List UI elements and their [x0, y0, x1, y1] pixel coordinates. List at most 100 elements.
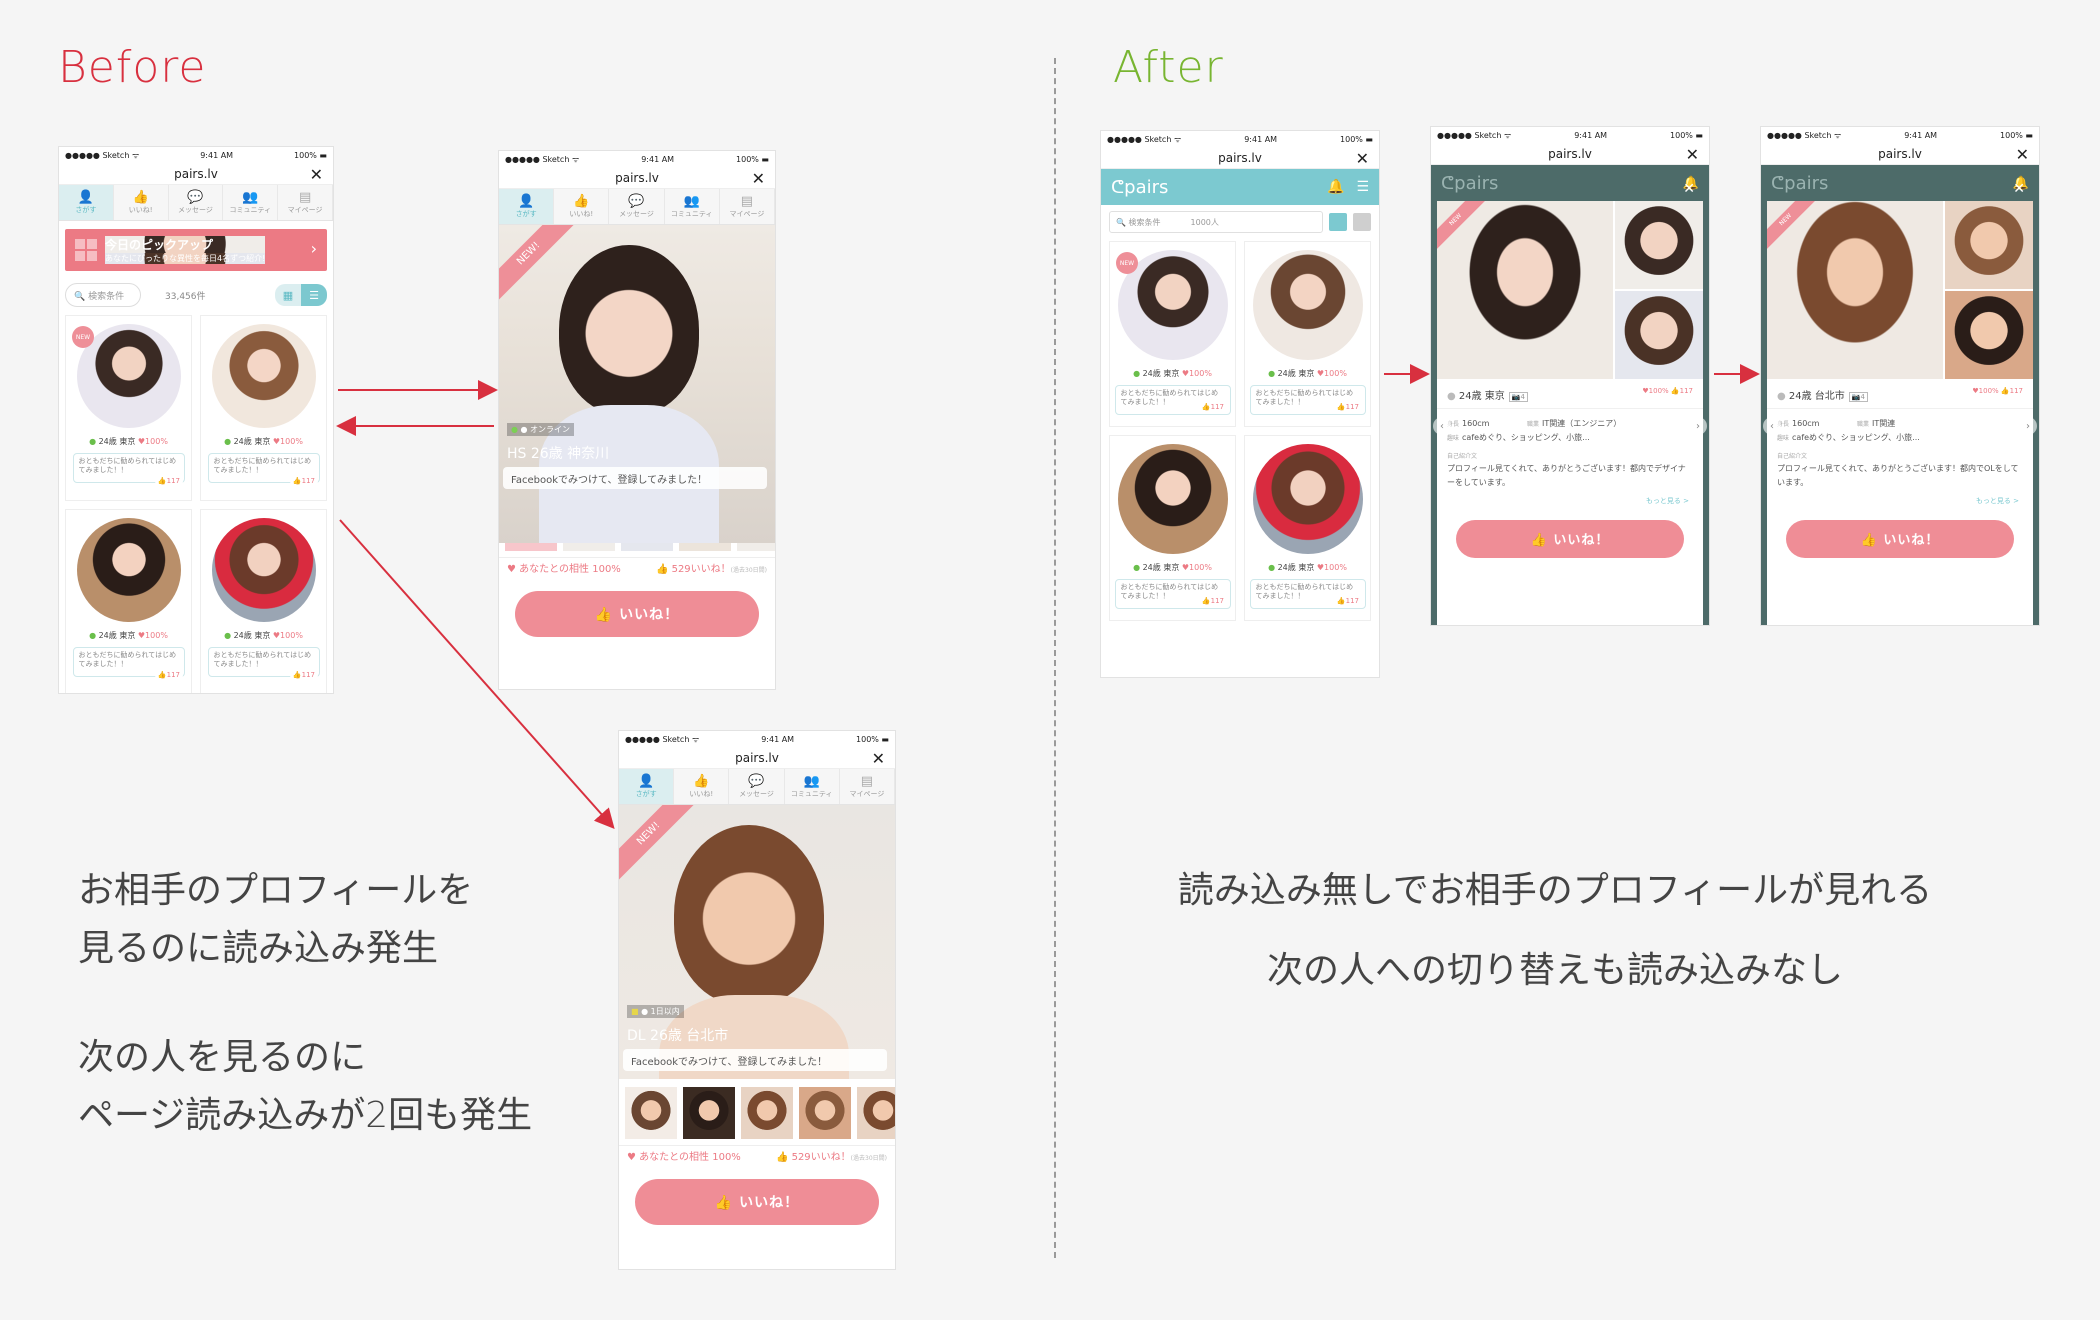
nav-community[interactable]: 👥 コミュニティ	[665, 189, 720, 224]
chat-icon: 💬	[748, 773, 765, 789]
prev-arrow-icon[interactable]: ‹	[1763, 417, 1781, 435]
new-ribbon: NEW	[1767, 201, 1823, 257]
profile-card[interactable]: 👍117 ● 24歳 東京 ♥100% おともだちに勧められてはじめてみました！！	[1109, 435, 1236, 621]
thumbs-up-icon: 👍	[573, 193, 590, 209]
modal-summary: ● 24歳 東京 📷4 ♥100% 👍117	[1437, 379, 1703, 409]
status-bar: ●●●●● Sketch ᯤ 9:41 AM 100% ▬	[1101, 131, 1379, 147]
nav-search[interactable]: 👤 さがす	[59, 185, 114, 220]
profile-card[interactable]: 👍117 ● 24歳 東京 ♥100% おともだちに勧められてはじめてみました！！	[1244, 241, 1371, 427]
main-photo[interactable]: NEW	[1767, 201, 1943, 379]
close-icon[interactable]: ✕	[872, 749, 885, 768]
after-modal-screen-b: ●●●●● Sketch ᯤ 9:41 AM 100% ▬ pairs.lv ✕ ᕦp…	[1760, 126, 2040, 626]
profile-card[interactable]: 👍117 ● 24歳 東京 ♥100% おともだちに勧められてはじめてみました！！	[1244, 435, 1371, 621]
see-more-link[interactable]: もっと見る >	[1437, 490, 1703, 506]
group-icon: 👥	[803, 773, 820, 789]
avatar	[211, 324, 316, 428]
photo-thumb[interactable]	[625, 1087, 677, 1139]
nav-search[interactable]: 👤 さがす	[619, 769, 675, 804]
chat-icon: 💬	[187, 189, 204, 205]
after-modal-screen-a: ●●●●● Sketch ᯤ 9:41 AM 100% ▬ pairs.lv ✕ ᕦp…	[1430, 126, 1710, 626]
stat-row: ♥ あなたとの相性 100% 👍 529いいね！(過去30日間)	[619, 1145, 895, 1165]
nav-messages[interactable]: 💬 メッセージ	[729, 769, 785, 804]
profile-card-icon: ▤	[860, 773, 874, 789]
modal-photos: NEW	[1767, 201, 2033, 379]
nav-bar: 👤 さがす 👍 いいね! 💬 メッセージ 👥 コミュニティ ▤ マイページ	[59, 185, 333, 221]
person-icon: 👤	[518, 193, 535, 209]
nav-mypage[interactable]: ▤ マイページ	[840, 769, 895, 804]
before-profile-screen-a: ●●●●● Sketch ᯤ 9:41 AM 100% ▬ pairs.lv ✕ 👤 さ…	[498, 150, 776, 690]
nav-community[interactable]: 👥 コミュニティ	[785, 769, 840, 804]
nav-mypage[interactable]: ▤ マイページ	[720, 189, 775, 224]
nav-likes[interactable]: 👍 いいね!	[554, 189, 610, 224]
next-arrow-icon[interactable]: ›	[1689, 417, 1707, 435]
profile-card[interactable]: NEW 👍117 ● 24歳 東京 ♥100% おともだちに勧められてはじめてみました…	[65, 315, 192, 501]
search-conditions-button[interactable]: 🔍 検索条件 1000人	[1109, 211, 1323, 233]
nav-community[interactable]: 👥 コミュニティ	[223, 185, 279, 220]
photo-thumb[interactable]	[857, 1087, 895, 1139]
main-photo[interactable]: NEW	[1437, 201, 1613, 379]
modal-close-icon[interactable]: ✕	[2013, 181, 2025, 197]
after-list-screen: ●●●●● Sketch ᯤ 9:41 AM 100% ▬ pairs.lv ✕ ᕦp…	[1100, 130, 1380, 678]
close-icon[interactable]: ✕	[310, 165, 323, 184]
nav-likes[interactable]: 👍 いいね!	[114, 185, 169, 220]
menu-icon[interactable]: ☰	[1356, 179, 1369, 195]
close-icon[interactable]: ✕	[1356, 149, 1369, 168]
photo-thumb[interactable]	[1615, 201, 1703, 289]
main-photo[interactable]: NEW! ● ● オンライン HS 26歳 神奈川 Facebookでみつけて、…	[499, 225, 775, 543]
profile-card[interactable]: NEW 👍117 ● 24歳 東京 ♥100% おともだちに勧められてはじめてみました…	[1109, 241, 1236, 427]
see-more-link[interactable]: もっと見る >	[1767, 490, 2033, 506]
likes-badge: 👍117	[154, 670, 183, 680]
prev-arrow-icon[interactable]: ‹	[1433, 417, 1451, 435]
modal-close-icon[interactable]: ✕	[1683, 181, 1695, 197]
result-count: 1000人	[1190, 217, 1219, 227]
pickup-banner[interactable]: 今日のピックアップ あなたにぴったりな異性を毎日4名ずつ紹介! ›	[65, 229, 327, 271]
profile-name: HS 26歳 神奈川	[507, 446, 610, 462]
photo-thumb[interactable]	[799, 1087, 851, 1139]
after-caption: 読み込み無しでお相手のプロフィールが見れる 次の人への切り替えも読み込みなし	[1177, 870, 1933, 991]
photo-thumb[interactable]	[683, 1087, 735, 1139]
modal-intro: 自己紹介文 プロフィール見てくれて、ありがとうございます！都内でデザイナーをしてい…	[1447, 453, 1686, 487]
close-icon[interactable]: ✕	[752, 169, 765, 188]
search-row: 🔍 検索条件 1000人	[1101, 205, 1379, 239]
bell-icon[interactable]: 🔔	[1327, 179, 1344, 195]
modal-details: 身長 160cm 職業 IT関連 趣味 cafeめぐり、ショッピング、小旅...	[1777, 419, 1920, 442]
grid-view-icon[interactable]: ▦	[275, 284, 301, 306]
person-icon: 👤	[638, 773, 655, 789]
profile-grid: NEW 👍117 ● 24歳 東京 ♥100% おともだちに勧められてはじめてみました…	[1101, 239, 1379, 623]
card-meta: ● 24歳 東京 ♥100%	[1268, 369, 1347, 378]
like-button[interactable]: 👍 いいね！	[1456, 519, 1684, 558]
profile-card-icon: ▤	[740, 193, 754, 209]
online-status: ● ● オンライン	[507, 423, 575, 436]
photo-thumb[interactable]	[741, 1087, 793, 1139]
photo-count-icon: 📷4	[1508, 392, 1528, 402]
pairs-logo: ᕦpairs	[1111, 176, 1169, 198]
like-button[interactable]: 👍 いいね！	[515, 591, 759, 637]
nav-mypage[interactable]: ▤ マイページ	[278, 185, 333, 220]
photo-thumb[interactable]	[1945, 291, 2033, 379]
profile-card[interactable]: 👍117 ● 24歳 東京 ♥100% おともだちに勧められてはじめてみました！！	[200, 315, 327, 501]
modal-intro: 自己紹介文 プロフィール見てくれて、ありがとうございます！都内でOLをしています。	[1777, 453, 2019, 487]
close-icon[interactable]: ✕	[1686, 145, 1699, 164]
photo-thumb[interactable]	[1945, 201, 2033, 289]
nav-likes[interactable]: 👍 いいね!	[674, 769, 730, 804]
list-view-icon[interactable]: ☰	[301, 284, 327, 306]
grid-view-icon[interactable]	[1329, 213, 1347, 231]
card-meta: ● 24歳 東京 ♥100%	[224, 631, 303, 640]
main-photo[interactable]: NEW! ■ ● 1日以内 DL 26歳 台北市 Facebookでみつけて、登…	[619, 805, 895, 1079]
list-view-icon[interactable]	[1353, 213, 1371, 231]
next-arrow-icon[interactable]: ›	[2019, 417, 2037, 435]
nav-search[interactable]: 👤 さがす	[499, 189, 555, 224]
profile-card[interactable]: 👍117 ● 24歳 東京 ♥100% おともだちに勧められてはじめてみました！！	[65, 509, 192, 693]
profile-card[interactable]: 👍117 ● 24歳 東京 ♥100% おともだちに勧められてはじめてみました！！	[200, 509, 327, 693]
pickup-subtitle: あなたにぴったりな異性を毎日4名ずつ紹介!	[105, 253, 266, 264]
nav-messages[interactable]: 💬 メッセージ	[169, 185, 224, 220]
nav-messages[interactable]: 💬 メッセージ	[609, 189, 665, 224]
like-button[interactable]: 👍 いいね！	[635, 1179, 879, 1225]
like-button[interactable]: 👍 いいね！	[1786, 519, 2014, 558]
photo-thumb[interactable]	[1615, 291, 1703, 379]
before-profile-screen-b: ●●●●● Sketch ᯤ 9:41 AM 100% ▬ pairs.lv ✕ 👤 さ…	[618, 730, 896, 1270]
url-bar: pairs.lv ✕	[59, 163, 333, 185]
search-conditions-button[interactable]: 🔍 検索条件	[65, 283, 141, 307]
close-icon[interactable]: ✕	[2016, 145, 2029, 164]
section-divider	[1054, 58, 1056, 1258]
